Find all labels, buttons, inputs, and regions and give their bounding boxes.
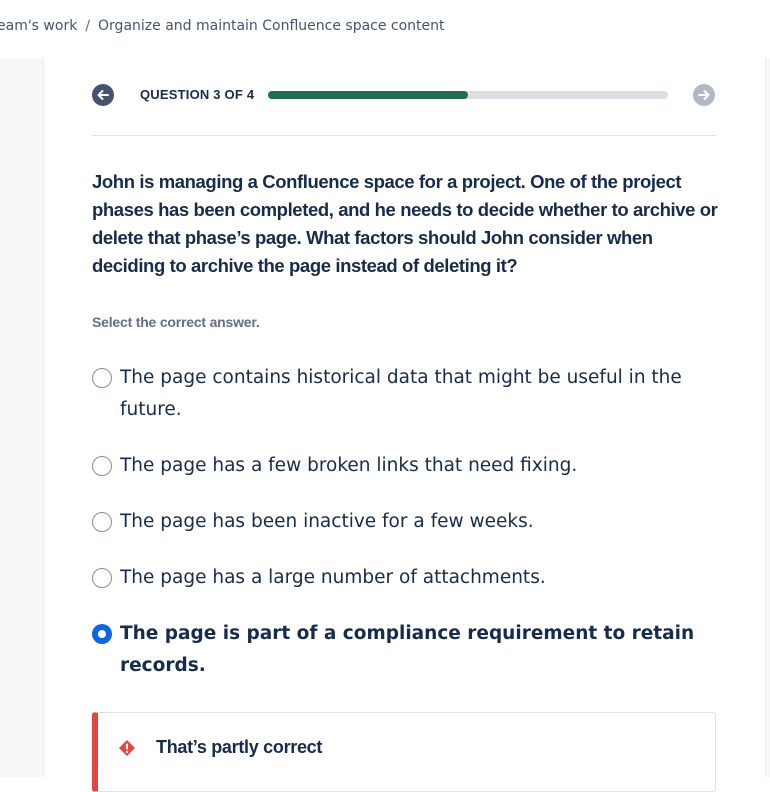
answer-instruction: Select the correct answer.: [92, 314, 260, 330]
answer-option-label: The page has a large number of attachmen…: [120, 567, 546, 588]
question-text: John is managing a Confluence space for …: [92, 171, 718, 276]
left-gutter: [0, 58, 44, 777]
top-bar: eam's work / Organize and maintain Conflue…: [0, 0, 770, 58]
radio-button[interactable]: [92, 568, 112, 588]
answer-option-3[interactable]: The page has been inactive for a few wee…: [92, 506, 722, 538]
warning-icon: [118, 739, 136, 762]
radio-button[interactable]: [92, 512, 112, 532]
next-question-button[interactable]: [693, 84, 715, 106]
divider: [92, 135, 716, 136]
answer-option-label: The page is part of a compliance require…: [120, 623, 695, 676]
progress-bar: [268, 91, 668, 99]
radio-button[interactable]: [92, 456, 112, 476]
breadcrumb: eam's work / Organize and maintain Conflue…: [0, 18, 445, 34]
arrow-right-icon: [698, 90, 710, 100]
answer-option-label: The page has a few broken links that nee…: [120, 455, 578, 476]
answer-option-5[interactable]: The page is part of a compliance require…: [92, 618, 722, 682]
breadcrumb-separator: /: [85, 18, 91, 34]
answer-option-label: The page has been inactive for a few wee…: [120, 511, 534, 532]
answer-option-label: The page contains historical data that m…: [120, 367, 682, 420]
progress-bar-fill: [268, 91, 468, 99]
right-gutter: [765, 58, 770, 777]
breadcrumb-item-team-work[interactable]: eam's work: [0, 18, 77, 34]
radio-button[interactable]: [92, 368, 112, 388]
breadcrumb-item-course[interactable]: Organize and maintain Confluence space c…: [98, 18, 445, 34]
answer-option-1[interactable]: The page contains historical data that m…: [92, 362, 722, 426]
feedback-title: That’s partly correct: [156, 737, 323, 757]
feedback-panel: That’s partly correct: [92, 712, 716, 792]
answer-option-4[interactable]: The page has a large number of attachmen…: [92, 562, 722, 594]
arrow-left-icon: [97, 90, 109, 100]
previous-question-button[interactable]: [92, 84, 114, 106]
answer-option-2[interactable]: The page has a few broken links that nee…: [92, 450, 722, 482]
quiz-content: QUESTION 3 OF 4 John is managing a Confl…: [44, 58, 765, 792]
question-progress-label: QUESTION 3 OF 4: [140, 87, 255, 102]
radio-button-selected[interactable]: [92, 624, 112, 644]
